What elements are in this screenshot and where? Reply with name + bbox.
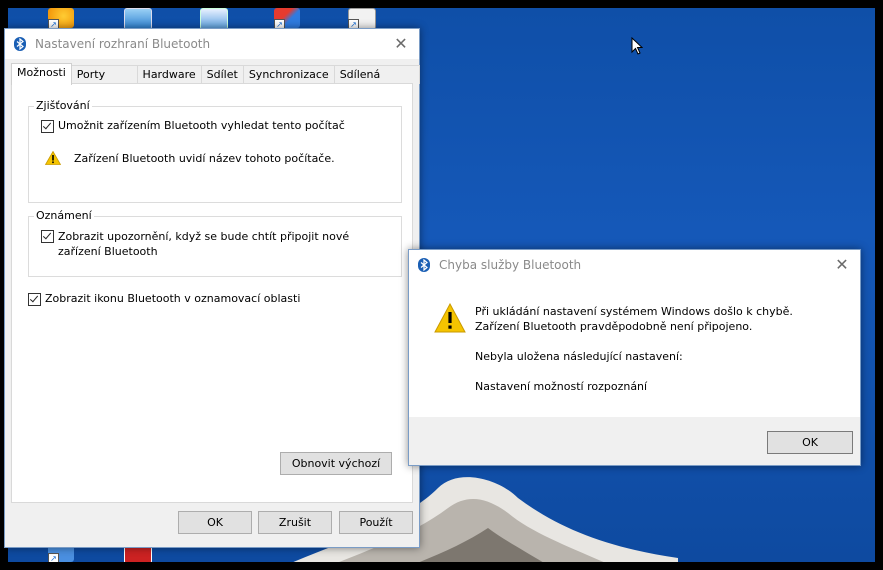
close-icon: ✕ [394,34,408,53]
titlebar[interactable]: Nastavení rozhraní Bluetooth ✕ [5,29,419,59]
error-dialog-title: Chyba služby Bluetooth [439,258,582,272]
error-message-setting: Nastavení možností rozpoznání [475,380,648,393]
portal-icon [200,8,228,30]
error-close-button[interactable]: ✕ [832,255,852,275]
shortcut-arrow-icon: ↗ [48,553,59,562]
discovery-checkbox-label: Umožnit zařízením Bluetooth vyhledat ten… [58,119,345,132]
tray-icon-checkbox[interactable] [28,293,41,306]
tab-sdilena-slozka[interactable]: Sdílená složka [333,65,420,99]
error-dialog-button-bar: OK [409,417,860,465]
tab-porty-com[interactable]: Porty COM [70,65,138,99]
bluetooth-settings-window: Nastavení rozhraní Bluetooth ✕ Možnosti … [4,28,420,548]
bluetooth-error-dialog: Chyba služby Bluetooth ✕ Při ukládání na… [408,249,861,466]
close-button[interactable]: ✕ [391,34,411,54]
error-message-not-saved: Nebyla uložena následující nastavení: [475,350,683,363]
tab-sdilet[interactable]: Sdílet [200,65,244,84]
tab-panel-moznosti: Zjišťování Umožnit zařízením Bluetooth v… [11,83,413,503]
discovery-checkbox-row[interactable]: Umožnit zařízením Bluetooth vyhledat ten… [41,119,345,133]
notifications-checkbox[interactable] [41,230,54,243]
group-discovery: Zjišťování Umožnit zařízením Bluetooth v… [28,99,402,203]
tray-icon-checkbox-row[interactable]: Zobrazit ikonu Bluetooth v oznamovací ob… [28,292,300,306]
group-discovery-label: Zjišťování [34,99,92,112]
restore-defaults-button[interactable]: Obnovit výchozí [280,452,392,475]
error-ok-button[interactable]: OK [767,431,853,454]
tab-moznosti[interactable]: Možnosti [11,63,72,85]
notifications-checkbox-row[interactable]: Zobrazit upozornění, když se bude chtít … [41,229,381,259]
discovery-warning: Zařízení Bluetooth uvidí název tohoto po… [45,151,335,165]
desktop-icon-asus-2[interactable] [124,8,152,30]
close-icon: ✕ [835,255,849,274]
tab-synchronizace[interactable]: Synchronizace [242,65,335,84]
desktop-icon-app[interactable]: ↗ [348,8,376,30]
tab-bar: Možnosti Porty COM Hardware Sdílet Synch… [11,63,420,99]
warning-icon [45,151,61,165]
discovery-warning-text: Zařízení Bluetooth uvidí název tohoto po… [74,151,335,165]
cancel-button[interactable]: Zrušit [258,511,332,534]
tab-hardware[interactable]: Hardware [136,65,202,84]
group-notifications-label: Oznámení [34,209,94,222]
desktop-icon-asus[interactable]: ↗ [48,8,76,30]
error-message-main: Při ukládání nastavení systémem Windows … [475,305,793,333]
warning-icon [434,303,466,333]
tray-icon-checkbox-label: Zobrazit ikonu Bluetooth v oznamovací ob… [45,292,301,305]
desktop-icon-tool[interactable]: ↗ [274,8,302,30]
mouse-cursor-icon [631,37,643,55]
group-notifications: Oznámení Zobrazit upozornění, když se bu… [28,209,402,277]
error-titlebar[interactable]: Chyba služby Bluetooth ✕ [409,250,860,280]
window-title: Nastavení rozhraní Bluetooth [35,37,211,51]
apply-button[interactable]: Použít [339,511,413,534]
bluetooth-icon [14,37,26,51]
bluetooth-icon [418,258,430,272]
notifications-checkbox-label: Zobrazit upozornění, když se bude chtít … [58,230,350,258]
ok-button[interactable]: OK [178,511,252,534]
discovery-checkbox[interactable] [41,120,54,133]
desktop-icon-portal[interactable] [200,8,228,30]
monitor-icon [124,8,152,30]
